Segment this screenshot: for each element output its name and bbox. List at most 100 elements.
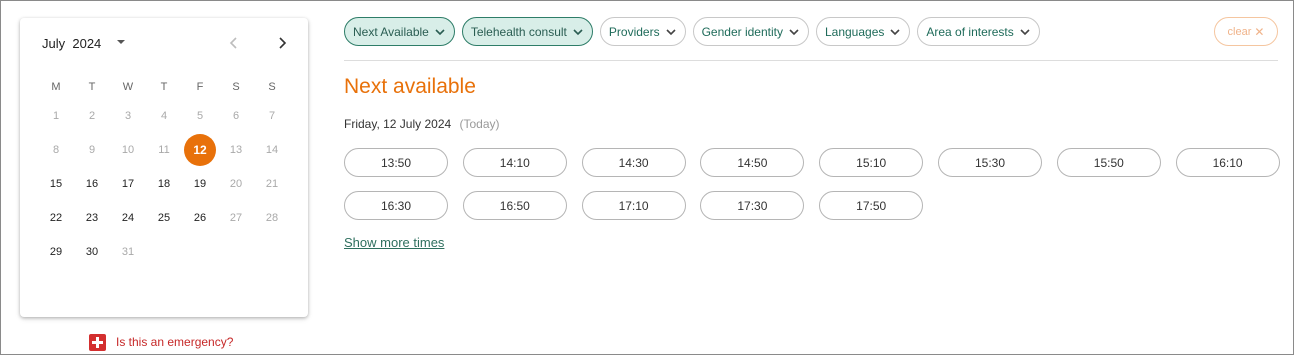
show-more-times-link[interactable]: Show more times xyxy=(344,235,444,250)
time-slot-button[interactable]: 16:50 xyxy=(462,191,567,220)
page-frame: July 2024 MTWTFSS 1 2 3 4 5 6 7 8 9 10 11 12 13 14 15 1… xyxy=(0,0,1294,355)
clear-filters-button[interactable]: clear ✕ xyxy=(1214,17,1278,46)
weekday-label: M xyxy=(51,81,61,93)
calendar-day: 8 xyxy=(38,133,74,167)
time-slot-button[interactable]: 13:50 xyxy=(344,148,448,177)
chevron-down-icon xyxy=(435,28,445,35)
filter-chip[interactable]: Providers xyxy=(599,17,686,46)
calendar-day-number: 27 xyxy=(229,212,243,224)
calendar-day[interactable]: 25 xyxy=(146,201,182,235)
calendar-day-number: 31 xyxy=(121,246,135,258)
filter-chip[interactable]: Telehealth consult xyxy=(461,17,593,46)
filter-bar: Next Available Telehealth consult Provider… xyxy=(344,17,1040,46)
time-slot-button[interactable]: 14:50 xyxy=(700,148,805,177)
month-year-label[interactable]: July 2024 xyxy=(42,36,101,51)
calendar-day: 4 xyxy=(146,99,182,133)
calendar-day-number: 23 xyxy=(85,212,99,224)
calendar-day-number: 2 xyxy=(88,110,96,122)
calendar-day[interactable]: 15 xyxy=(38,167,74,201)
calendar-day: 1 xyxy=(38,99,74,133)
time-slot-button[interactable]: 17:30 xyxy=(700,191,805,220)
calendar-day-number: 21 xyxy=(265,178,279,190)
calendar-day[interactable]: 26 xyxy=(182,201,218,235)
weekday-label: S xyxy=(268,81,276,93)
calendar-day[interactable]: 24 xyxy=(110,201,146,235)
calendar-day[interactable]: 17 xyxy=(110,167,146,201)
filter-chip-label: Next Available xyxy=(353,24,429,39)
time-slot-button[interactable]: 15:50 xyxy=(1056,148,1161,177)
calendar-week-row: 8 9 10 11 12 13 14 xyxy=(38,133,290,167)
calendar-day-number: 4 xyxy=(160,110,168,122)
chevron-left-icon[interactable] xyxy=(226,35,242,51)
weekday-label: W xyxy=(122,81,134,93)
calendar-day-number: 17 xyxy=(121,178,135,190)
filter-chip[interactable]: Next Available xyxy=(344,17,455,46)
calendar-day[interactable]: 18 xyxy=(146,167,182,201)
weekday-label: F xyxy=(196,81,204,93)
filter-chip-label: Languages xyxy=(824,24,885,39)
calendar-day-number: 28 xyxy=(265,212,279,224)
calendar-header: July 2024 xyxy=(20,18,308,70)
calendar-day[interactable]: 22 xyxy=(38,201,74,235)
calendar-day-number: 24 xyxy=(121,212,135,224)
calendar-day-number: 19 xyxy=(193,178,207,190)
filter-chip[interactable]: Gender identity xyxy=(692,17,809,46)
medical-cross-icon xyxy=(89,333,106,351)
calendar-day: 2 xyxy=(74,99,110,133)
chevron-down-icon xyxy=(789,28,799,35)
calendar-day-selected[interactable]: 12 xyxy=(182,133,218,167)
calendar-day: 11 xyxy=(146,133,182,167)
weekday-label: T xyxy=(160,81,168,93)
filter-chip-label: Gender identity xyxy=(701,24,783,39)
calendar-week-row: 29 30 31 xyxy=(38,235,290,269)
time-slot-button[interactable]: 17:10 xyxy=(581,191,686,220)
calendar-day[interactable]: 29 xyxy=(38,235,74,269)
calendar-day[interactable]: 19 xyxy=(182,167,218,201)
time-slot-button[interactable]: 16:10 xyxy=(1175,148,1280,177)
time-slot-button[interactable]: 14:30 xyxy=(581,148,686,177)
time-slot-button[interactable]: 16:30 xyxy=(344,191,448,220)
calendar-day: 20 xyxy=(218,167,254,201)
calendar-day[interactable]: 30 xyxy=(74,235,110,269)
calendar-day: 3 xyxy=(110,99,146,133)
time-slot-button[interactable]: 17:50 xyxy=(819,191,924,220)
chevron-down-icon xyxy=(890,28,900,35)
time-slot-button[interactable]: 15:30 xyxy=(937,148,1042,177)
calendar-day: 21 xyxy=(254,167,290,201)
calendar-day-number: 15 xyxy=(49,178,63,190)
calendar-day-number: 22 xyxy=(49,212,63,224)
weekday-header-row: MTWTFSS xyxy=(38,75,290,99)
calendar-day-number: 11 xyxy=(158,144,170,156)
calendar-day-number: 6 xyxy=(232,110,240,122)
chevron-down-icon xyxy=(573,28,583,35)
section-title: Next available xyxy=(344,75,476,98)
calendar-day[interactable]: 16 xyxy=(74,167,110,201)
calendar-day: 5 xyxy=(182,99,218,133)
chevron-down-icon xyxy=(666,28,676,35)
calendar-day-number: 3 xyxy=(124,110,132,122)
calendar-day: 14 xyxy=(254,133,290,167)
calendar-day-number: 12 xyxy=(184,134,216,166)
calendar-day: 31 xyxy=(110,235,146,269)
time-slot-button[interactable]: 14:10 xyxy=(462,148,567,177)
filter-chip[interactable]: Area of interests xyxy=(917,17,1040,46)
filter-chip-label: Providers xyxy=(608,24,660,39)
calendar-day[interactable]: 23 xyxy=(74,201,110,235)
calendar-day-number: 10 xyxy=(121,144,135,156)
calendar-week-row: 1 2 3 4 5 6 7 xyxy=(38,99,290,133)
calendar-day: 6 xyxy=(218,99,254,133)
emergency-link[interactable]: Is this an emergency? xyxy=(89,332,233,352)
calendar-day: 27 xyxy=(218,201,254,235)
time-slot-button[interactable]: 15:10 xyxy=(819,148,924,177)
year-label: 2024 xyxy=(72,36,102,51)
filter-chip[interactable]: Languages xyxy=(815,17,911,46)
calendar-day-number: 9 xyxy=(88,144,96,156)
chevron-right-icon[interactable] xyxy=(274,35,290,51)
caret-down-icon[interactable] xyxy=(116,37,126,47)
calendar-day-number: 14 xyxy=(265,144,279,156)
divider xyxy=(344,60,1278,61)
calendar-day-number: 25 xyxy=(157,212,171,224)
calendar-day-number: 26 xyxy=(193,212,207,224)
clear-label: clear xyxy=(1227,25,1252,38)
time-slot-list: 13:50 14:10 14:30 14:50 15:10 15:30 15:50 16:10… xyxy=(344,148,1280,220)
